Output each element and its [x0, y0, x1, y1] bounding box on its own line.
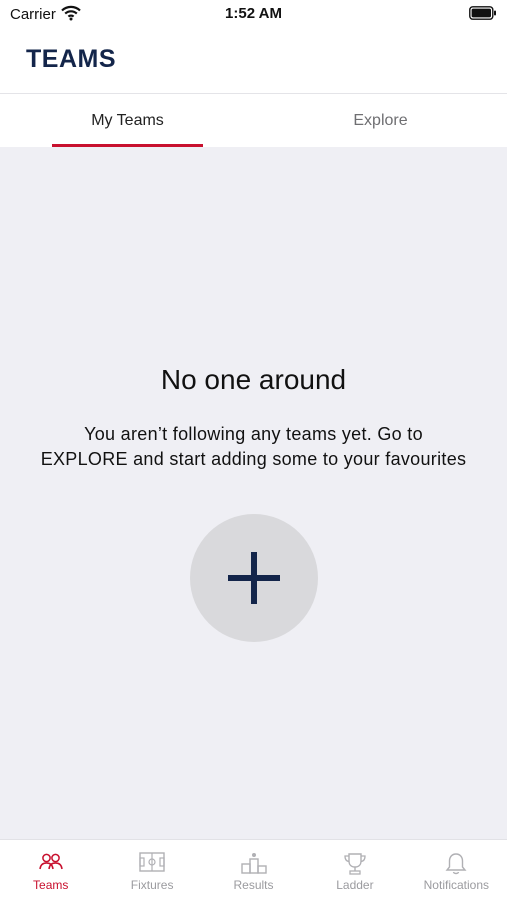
fixtures-icon [139, 852, 165, 877]
bottom-nav: Teams Fixtures Results Ladder Notificati… [0, 839, 507, 900]
empty-state: No one around You aren’t following any t… [0, 147, 507, 839]
page-title: TEAMS [26, 45, 116, 73]
nav-label-teams: Teams [33, 878, 69, 892]
app-header: TEAMS [0, 28, 507, 94]
nav-item-ladder[interactable]: Ladder [304, 840, 405, 900]
nav-label-fixtures: Fixtures [130, 878, 174, 892]
battery-icon [469, 6, 497, 25]
results-icon [240, 852, 267, 879]
nav-label-notifications: Notifications [423, 878, 490, 892]
plus-icon [228, 552, 280, 607]
tab-my-teams[interactable]: My Teams [52, 94, 203, 147]
nav-label-results: Results [233, 878, 274, 892]
empty-state-message: You aren’t following any teams yet. Go t… [40, 424, 467, 469]
nav-item-teams[interactable]: Teams [0, 840, 101, 900]
tab-bar: My Teams Explore [0, 94, 507, 147]
tab-explore[interactable]: Explore [305, 94, 456, 147]
nav-item-results[interactable]: Results [203, 840, 304, 900]
nav-item-fixtures[interactable]: Fixtures [101, 840, 202, 900]
add-team-button[interactable] [190, 514, 318, 642]
teams-icon [38, 852, 63, 877]
empty-state-title: No one around [160, 364, 347, 395]
notifications-icon [445, 852, 467, 881]
ladder-icon [343, 852, 367, 881]
status-bar: Carrier 1:52 AM [0, 0, 507, 28]
nav-item-notifications[interactable]: Notifications [406, 840, 507, 900]
nav-label-ladder: Ladder [336, 878, 374, 892]
status-time: 1:52 AM [225, 5, 282, 22]
